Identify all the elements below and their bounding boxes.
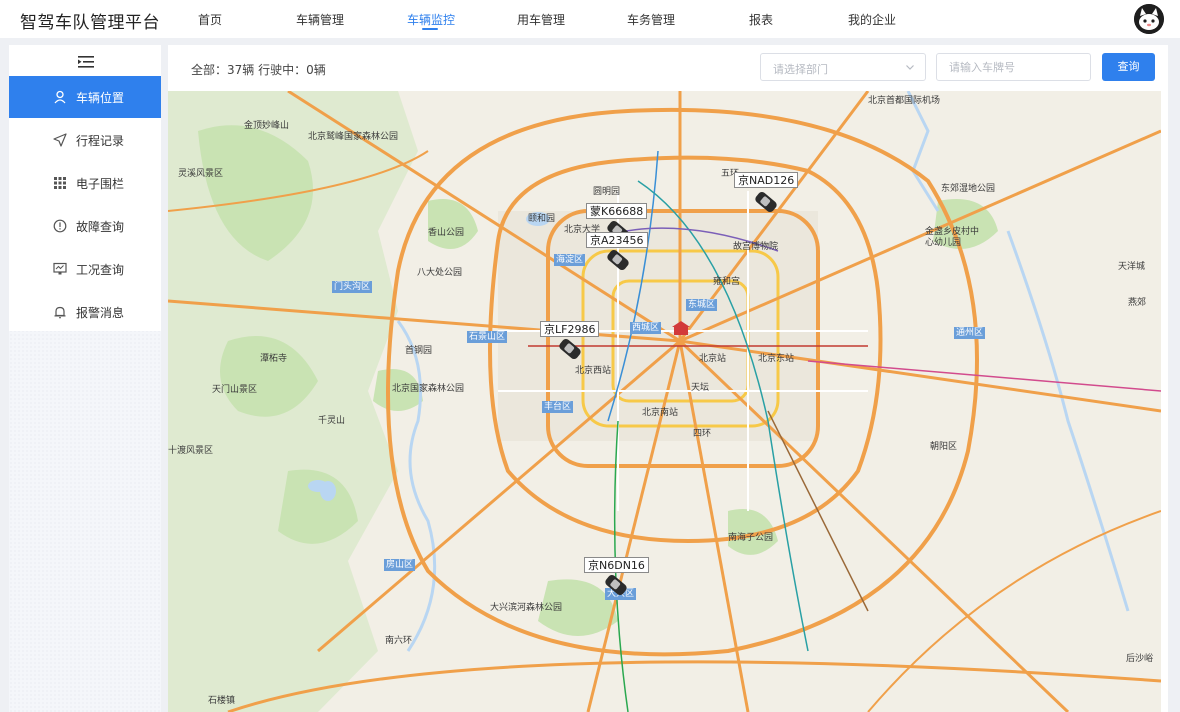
main-content: 全部：37辆 行驶中：0辆 请选择部门 查询 — [168, 45, 1168, 712]
map-label: 雍和宫 — [713, 277, 741, 287]
sidebar-item-label: 工况查询 — [76, 263, 125, 277]
district-label: 东城区 — [686, 299, 718, 311]
app-title: 智驾车队管理平台 — [20, 13, 160, 33]
map-base — [168, 91, 1161, 712]
sidebar-item-label: 报警消息 — [76, 306, 125, 320]
sidebar-item-label: 故障查询 — [76, 220, 125, 234]
district-label: 丰台区 — [542, 401, 574, 413]
map-label: 故宫博物院 — [733, 242, 779, 252]
map-label: 北京西站 — [575, 366, 612, 376]
chevron-down-icon — [906, 65, 914, 70]
district-label: 房山区 — [384, 559, 416, 571]
map-canvas[interactable]: 北京首都国际机场 金顶妙峰山 北京鹫峰国家森林公园 灵溪风景区 圆明园 颐和园 … — [168, 91, 1161, 712]
map-label: 颐和园 — [528, 214, 556, 224]
map-label: 香山公园 — [428, 228, 465, 238]
sidebar-item-trip-records[interactable]: 行程记录 — [9, 119, 161, 161]
map-label: 北京东站 — [758, 354, 795, 364]
district-label: 海淀区 — [554, 254, 586, 266]
district-label: 通州区 — [954, 327, 986, 339]
department-select[interactable]: 请选择部门 — [760, 53, 926, 81]
sidebar-item-fault-query[interactable]: 故障查询 — [9, 205, 161, 247]
vehicle-plate-tag[interactable]: 京A23456 — [586, 232, 648, 248]
map-label: 大兴滨河森林公园 — [490, 603, 563, 613]
map-label: 北京站 — [699, 354, 727, 364]
query-button[interactable]: 查询 — [1102, 53, 1155, 81]
menu-fold-icon[interactable] — [78, 54, 94, 68]
map-label: 东郊湿地公园 — [941, 184, 996, 194]
map-label: 天洋城 — [1118, 262, 1146, 272]
vehicle-summary: 全部：37辆 行驶中：0辆 — [191, 63, 326, 77]
nav-home[interactable]: 首页 — [198, 11, 222, 28]
sidebar-item-label: 车辆位置 — [76, 91, 125, 105]
sidebar-item-condition-query[interactable]: 工况查询 — [9, 248, 161, 290]
sidebar-item-geofence[interactable]: 电子围栏 — [9, 162, 161, 204]
district-label: 门头沟区 — [332, 281, 373, 293]
department-select-placeholder: 请选择部门 — [773, 63, 828, 76]
map-label: 灵溪风景区 — [178, 169, 224, 179]
map-label: 南六环 — [385, 636, 413, 646]
send-icon — [53, 133, 67, 147]
sidebar-menu: 车辆位置 行程记录 电子围栏 故障查询 工况查询 报警消息 — [9, 45, 161, 331]
map-label: 金盏乡皮村中心幼儿园 — [925, 227, 980, 248]
map-label: 首钢园 — [405, 346, 433, 356]
district-label: 西城区 — [630, 322, 662, 334]
nav-vehicle-affairs[interactable]: 车务管理 — [627, 11, 675, 28]
grid-icon — [54, 177, 66, 189]
map-label: 四环 — [693, 429, 712, 439]
nav-vehicle-monitoring[interactable]: 车辆监控 — [407, 11, 455, 28]
sidebar: 车辆位置 行程记录 电子围栏 故障查询 工况查询 报警消息 — [9, 45, 161, 712]
sidebar-item-label: 电子围栏 — [76, 177, 125, 191]
nav-vehicle-management[interactable]: 车辆管理 — [296, 11, 344, 28]
map-label: 燕郊 — [1128, 298, 1147, 308]
map-label: 潭柘寺 — [260, 354, 288, 364]
monitor-icon — [53, 262, 67, 275]
map-label: 南海子公园 — [728, 533, 774, 543]
sidebar-item-label: 行程记录 — [76, 134, 125, 148]
top-bar: 智驾车队管理平台 首页 车辆管理 车辆监控 用车管理 车务管理 报表 我的企业 — [0, 0, 1180, 38]
map-label: 圆明园 — [593, 187, 621, 197]
map-label: 后沙峪 — [1126, 654, 1154, 664]
info-circle-icon — [53, 219, 67, 233]
nav-vehicle-usage[interactable]: 用车管理 — [517, 11, 565, 28]
sidebar-item-vehicle-location[interactable]: 车辆位置 — [9, 76, 161, 118]
map-label: 十渡风景区 — [168, 446, 214, 456]
district-label: 石景山区 — [467, 331, 508, 343]
district-label: 朝阳区 — [930, 442, 958, 452]
vehicle-plate-tag[interactable]: 京NAD126 — [734, 172, 799, 188]
sidebar-item-alarm-messages[interactable]: 报警消息 — [9, 291, 161, 333]
user-location-icon — [54, 90, 66, 104]
map-label: 天坛 — [691, 383, 710, 393]
vehicle-plate-tag[interactable]: 蒙K66688 — [586, 203, 648, 219]
plate-number-input[interactable] — [936, 53, 1091, 81]
map-label: 八大处公园 — [417, 268, 463, 278]
avatar[interactable] — [1134, 4, 1164, 34]
nav-my-company[interactable]: 我的企业 — [848, 11, 896, 28]
map-label: 北京国家森林公园 — [392, 384, 465, 394]
cat-avatar-icon — [1134, 4, 1164, 34]
vehicle-plate-tag[interactable]: 京LF2986 — [540, 321, 600, 337]
map-label: 金顶妙峰山 — [244, 121, 290, 131]
map-label: 天门山景区 — [212, 385, 258, 395]
map-label: 北京南站 — [642, 408, 679, 418]
nav-active-indicator — [422, 28, 438, 30]
nav-reports[interactable]: 报表 — [749, 11, 773, 28]
bell-icon — [54, 306, 66, 319]
map-label: 石楼镇 — [208, 696, 236, 706]
map-label: 北京鹫峰国家森林公园 — [308, 132, 399, 142]
map-label: 千灵山 — [318, 416, 346, 426]
map-label: 北京首都国际机场 — [868, 96, 941, 106]
vehicle-plate-tag[interactable]: 京N6DN16 — [584, 557, 649, 573]
